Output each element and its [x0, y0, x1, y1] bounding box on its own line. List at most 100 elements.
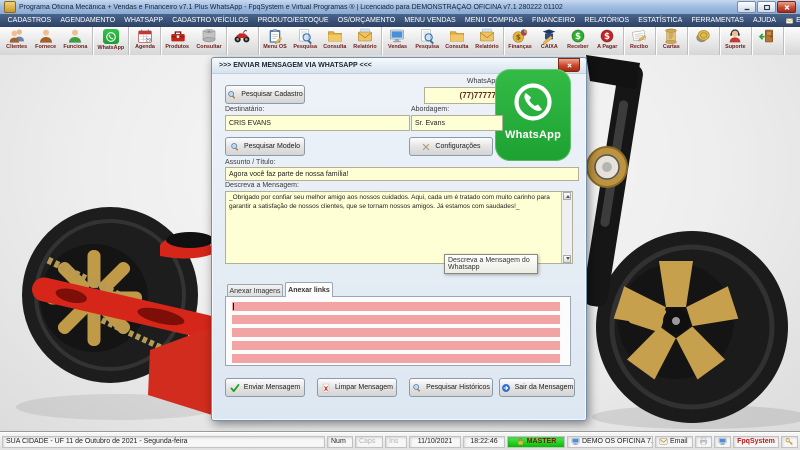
sales-monitor-icon	[388, 28, 406, 44]
menu-agendamento[interactable]: AGENDAMENTO	[56, 17, 120, 24]
sair-da-mensagem-button[interactable]: Sair da Mensagem	[499, 378, 575, 397]
whatsapp-brand-text: WhatsApp	[505, 129, 561, 141]
toolbar-menu-os[interactable]: Menu OS	[260, 27, 290, 55]
toolbar-vendas[interactable]: Vendas	[383, 27, 412, 55]
toolbar-sair[interactable]	[753, 27, 782, 55]
pesquisar-modelo-button[interactable]: Pesquisar Modelo	[225, 137, 305, 156]
close-icon	[783, 4, 791, 11]
link-input-row[interactable]	[232, 302, 560, 311]
tab-anexar-links[interactable]: Anexar links	[285, 282, 333, 297]
menu-produto-estoque[interactable]: PRODUTO/ESTOQUE	[253, 17, 333, 24]
assunto-field[interactable]: Agora você faz parte de nossa família!	[225, 167, 579, 181]
toolbar-caixa[interactable]: CAIXA	[535, 27, 564, 55]
report-envelope-icon	[356, 28, 374, 44]
search-document-icon	[296, 28, 314, 44]
toolbar-a-pagar[interactable]: A Pagar	[593, 27, 622, 55]
status-email[interactable]: Email	[655, 435, 693, 448]
link-input-row[interactable]	[232, 354, 560, 363]
menu-estatistica[interactable]: ESTATÍSTICA	[634, 17, 687, 24]
menu-email[interactable]: E-MAIL	[781, 17, 800, 25]
exit-door-icon	[758, 28, 776, 44]
app-icon	[4, 1, 16, 13]
maximize-icon	[763, 4, 771, 11]
pesquisar-cadastro-button[interactable]: Pesquisar Cadastro	[225, 85, 305, 104]
close-button[interactable]	[777, 1, 796, 13]
textarea-scrollbar[interactable]	[561, 192, 572, 263]
printer-icon	[699, 437, 708, 446]
status-printer[interactable]	[695, 435, 712, 448]
scroll-up-icon[interactable]	[563, 192, 571, 200]
toolbar-clientes[interactable]: Clientes	[2, 27, 31, 55]
link-input-row[interactable]	[232, 315, 560, 324]
menu-ferramentas[interactable]: FERRAMENTAS	[687, 17, 749, 24]
app-window: Programa Oficina Mecânica + Vendas e Fin…	[0, 0, 800, 450]
clear-document-icon	[321, 383, 331, 393]
toolbar-fornecedores[interactable]: Fornece	[31, 27, 60, 55]
menu-financeiro[interactable]: FINANCEIRO	[527, 17, 579, 24]
toolbar-funcionarios[interactable]: Funciona	[60, 27, 91, 55]
status-remote[interactable]	[714, 435, 731, 448]
stock-drum-icon	[200, 28, 218, 44]
toolbar-veiculos[interactable]	[228, 27, 257, 55]
menu-vendas[interactable]: MENU VENDAS	[400, 17, 461, 24]
maximize-button[interactable]	[757, 1, 776, 13]
pesquisar-historicos-button[interactable]: Pesquisar Históricos	[409, 378, 493, 397]
supplier-person-icon	[37, 28, 55, 44]
toolbar-receber[interactable]: Receber	[564, 27, 593, 55]
toolbar-recibo[interactable]: Recibo	[625, 27, 654, 55]
menu-ajuda[interactable]: AJUDA	[748, 17, 780, 24]
status-system: DEMO OS OFICINA 7.1	[567, 435, 653, 448]
menu-bar: CADASTROS AGENDAMENTO WHATSAPP CADASTRO …	[0, 14, 800, 27]
mail-icon	[785, 17, 794, 25]
toolbar-pesquisa-vendas[interactable]: Pesquisa	[412, 27, 442, 55]
toolbar-agenda[interactable]: Agenda	[130, 27, 159, 55]
link-input-row[interactable]	[232, 341, 560, 350]
toolbar-financas[interactable]: Finanças	[505, 27, 535, 55]
destinatario-label: Destinatário:	[225, 106, 265, 113]
toolbar-relatorio-os[interactable]: Relatório	[350, 27, 380, 55]
configuracoes-button[interactable]: Configurações	[409, 137, 493, 156]
cash-book-icon	[540, 28, 558, 44]
limpar-mensagem-button[interactable]: Limpar Mensagem	[317, 378, 397, 397]
destinatario-field[interactable]: CRIS EVANS	[225, 115, 410, 131]
red-dollar-coin-icon	[598, 28, 616, 44]
exit-arrow-icon	[501, 383, 511, 393]
search-icon	[412, 383, 422, 393]
toolbar-consulta-os[interactable]: Consulta	[320, 27, 350, 55]
calendar-icon	[136, 28, 154, 44]
menu-cadastro-veiculos[interactable]: CADASTRO VEÍCULOS	[168, 17, 253, 24]
toolbar-moedas[interactable]	[689, 27, 718, 55]
menu-compras[interactable]: MENU COMPRAS	[460, 17, 527, 24]
menu-cadastros[interactable]: CADASTROS	[3, 17, 56, 24]
whatsapp-message-dialog: >>> ENVIAR MENSAGEM VIA WHATSAPP <<< Pes…	[211, 57, 587, 421]
enviar-mensagem-button[interactable]: Enviar Mensagem	[225, 378, 305, 397]
employee-person-icon	[66, 28, 84, 44]
search-icon	[227, 90, 237, 100]
mail-icon	[659, 437, 668, 446]
green-dollar-coin-icon	[569, 28, 587, 44]
toolbar-consultar-produtos[interactable]: Consultar	[193, 27, 225, 55]
toolbar-produtos[interactable]: Produtos	[162, 27, 192, 55]
toolbar-pesquisa-os[interactable]: Pesquisa	[290, 27, 320, 55]
scroll-down-icon[interactable]	[563, 255, 571, 263]
key-icon	[785, 437, 794, 446]
toolbar-cartas[interactable]: Cartas	[657, 27, 686, 55]
finance-dollar-icon	[511, 28, 529, 44]
menu-os-orcamento[interactable]: OS/ORÇAMENTO	[333, 17, 400, 24]
minimize-button[interactable]	[737, 1, 756, 13]
menu-whatsapp[interactable]: WHATSAPP	[120, 17, 168, 24]
toolbar-whatsapp[interactable]: WhatsApp	[94, 27, 128, 55]
toolbar-relatorio-vendas[interactable]: Relatório	[472, 27, 502, 55]
status-insert: Ins	[385, 435, 407, 448]
link-input-row[interactable]	[232, 328, 560, 337]
assunto-label: Assunto / Título:	[225, 159, 276, 166]
window-title: Programa Oficina Mecânica + Vendas e Fin…	[19, 3, 563, 11]
menu-relatorios[interactable]: RELATÓRIOS	[580, 17, 634, 24]
status-location-date: SUA CIDADE - UF 11 de Outubro de 2021 - …	[2, 435, 325, 448]
receipt-icon	[630, 28, 648, 44]
toolbar-consulta-vendas[interactable]: Consulta	[442, 27, 472, 55]
whatsapp-icon	[102, 29, 119, 44]
content-area: >>> ENVIAR MENSAGEM VIA WHATSAPP <<< Pes…	[0, 55, 800, 433]
toolbar-suporte[interactable]: Suporte	[721, 27, 750, 55]
abordagem-field[interactable]: Sr. Evans	[411, 115, 503, 131]
